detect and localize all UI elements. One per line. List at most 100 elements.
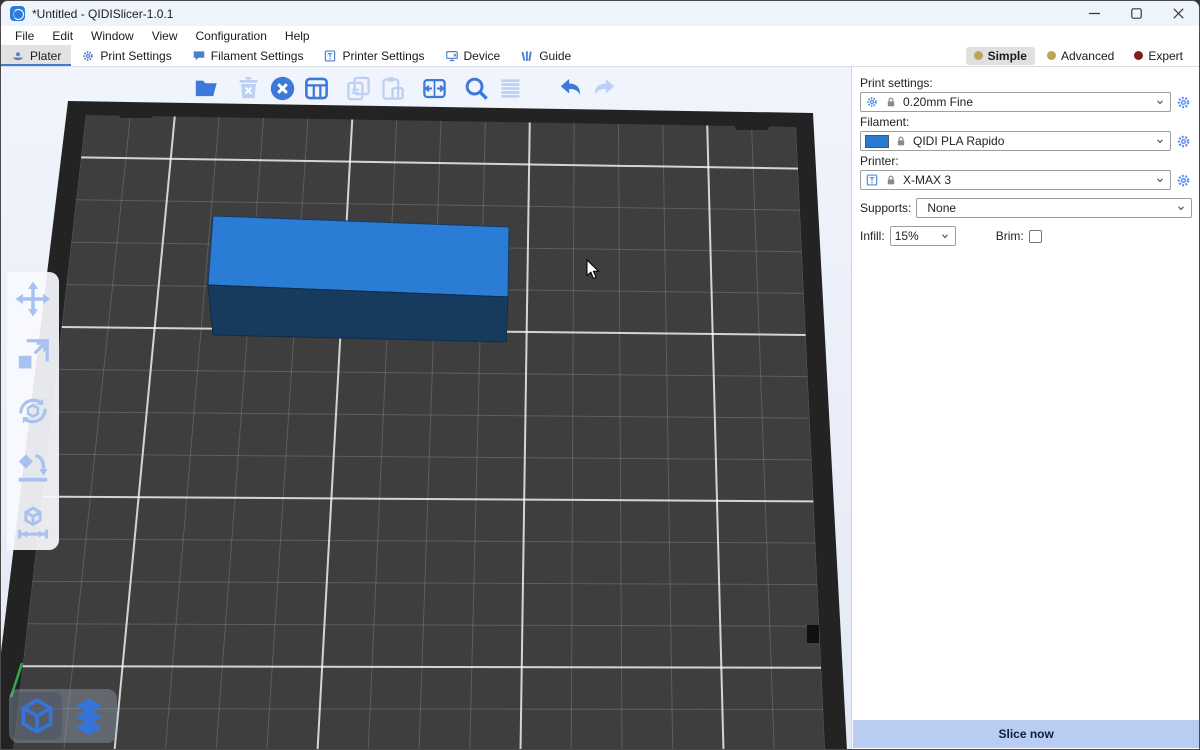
print-settings-gear-button[interactable]	[1175, 94, 1192, 111]
tab-device[interactable]: Device	[435, 45, 511, 66]
layers-list-icon	[497, 75, 524, 102]
gizmo-place-on-face[interactable]	[12, 446, 54, 488]
chevron-down-icon	[1175, 202, 1187, 214]
tab-filament-settings[interactable]: Filament Settings	[182, 45, 314, 66]
chevron-down-icon	[939, 230, 951, 242]
printer-gear-button[interactable]	[1175, 172, 1192, 189]
toolbar-split[interactable]	[417, 71, 451, 105]
folder-open-icon	[193, 75, 220, 102]
plater-toolbar	[189, 71, 621, 105]
menu-window[interactable]: Window	[82, 28, 143, 44]
gear-icon	[81, 49, 95, 63]
trash-icon	[235, 75, 262, 102]
monitor-icon	[445, 49, 459, 63]
toolbar-open[interactable]	[189, 71, 223, 105]
tab-guide[interactable]: Guide	[510, 45, 581, 66]
filament-color-swatch	[865, 135, 889, 148]
scale-icon	[14, 336, 52, 374]
mode-advanced[interactable]: Advanced	[1039, 47, 1122, 65]
gizmo-move[interactable]	[12, 278, 54, 320]
gizmo-toolbar	[7, 272, 59, 550]
tab-print-settings[interactable]: Print Settings	[71, 45, 181, 66]
menu-configuration[interactable]: Configuration	[187, 28, 276, 44]
filament-gear-button[interactable]	[1175, 133, 1192, 150]
cube-icon	[17, 696, 57, 736]
lock-icon	[894, 134, 908, 148]
toolbar-search[interactable]	[459, 71, 493, 105]
undo-icon	[557, 75, 584, 102]
chevron-down-icon	[1154, 96, 1166, 108]
settings-panel: Print settings: 0.20mm Fine Filament: QI…	[851, 67, 1200, 749]
3d-viewport[interactable]	[1, 67, 851, 749]
lock-icon	[884, 173, 898, 187]
redo-icon	[591, 75, 618, 102]
supports-combo[interactable]: None	[916, 198, 1192, 218]
brim-label: Brim:	[996, 229, 1024, 243]
close-button[interactable]	[1157, 1, 1199, 26]
printer-combo[interactable]: X-MAX 3	[860, 170, 1171, 190]
filament-combo[interactable]: QIDI PLA Rapido	[860, 131, 1171, 151]
tab-plater[interactable]: Plater	[1, 45, 71, 66]
plater-icon	[11, 49, 25, 63]
view-preview-layers[interactable]	[64, 692, 114, 740]
delete-all-icon	[269, 75, 296, 102]
layers-stack-icon	[69, 696, 109, 736]
supports-label: Supports:	[860, 201, 911, 215]
chevron-down-icon	[1154, 174, 1166, 186]
paste-icon	[379, 75, 406, 102]
printer-icon	[323, 49, 337, 63]
toolbar-arrange[interactable]	[299, 71, 333, 105]
filament-label: Filament:	[860, 115, 1192, 129]
search-icon	[463, 75, 490, 102]
brim-checkbox[interactable]	[1029, 230, 1042, 243]
mode-expert[interactable]: Expert	[1126, 47, 1191, 65]
toolbar-redo[interactable]	[587, 71, 621, 105]
slice-now-button[interactable]: Slice now	[853, 720, 1199, 748]
view-3d-editor[interactable]	[12, 692, 62, 740]
infill-combo[interactable]: 15%	[890, 226, 956, 246]
window-title: *Untitled - QIDISlicer-1.0.1	[32, 7, 173, 21]
gizmo-scale[interactable]	[12, 334, 54, 376]
mode-simple[interactable]: Simple	[966, 47, 1035, 65]
toolbar-copy[interactable]	[341, 71, 375, 105]
toolbar-paste[interactable]	[375, 71, 409, 105]
rotate-icon	[14, 392, 52, 430]
measure-icon	[14, 504, 52, 542]
menu-help[interactable]: Help	[276, 28, 319, 44]
print-settings-value: 0.20mm Fine	[903, 95, 973, 109]
simple-dot-icon	[974, 51, 983, 60]
toolbar-undo[interactable]	[553, 71, 587, 105]
expert-dot-icon	[1134, 51, 1143, 60]
build-plate-scene[interactable]	[1, 67, 850, 749]
filament-bubble-icon	[192, 49, 206, 63]
place-on-face-icon	[14, 448, 52, 486]
menu-view[interactable]: View	[143, 28, 187, 44]
tab-printer-settings[interactable]: Printer Settings	[313, 45, 434, 66]
gear-icon	[865, 95, 879, 109]
books-icon	[520, 49, 534, 63]
menu-bar: File Edit Window View Configuration Help	[1, 26, 1199, 45]
print-settings-combo[interactable]: 0.20mm Fine	[860, 92, 1171, 112]
gizmo-rotate[interactable]	[12, 390, 54, 432]
menu-edit[interactable]: Edit	[43, 28, 82, 44]
mode-switcher: Simple Advanced Expert	[966, 45, 1199, 66]
printer-label: Printer:	[860, 154, 1192, 168]
gizmo-measure[interactable]	[12, 502, 54, 544]
toolbar-layers[interactable]	[493, 71, 527, 105]
view-switch	[9, 689, 117, 743]
menu-file[interactable]: File	[6, 28, 43, 44]
toolbar-delete[interactable]	[231, 71, 265, 105]
filament-value: QIDI PLA Rapido	[913, 134, 1004, 148]
toolbar-delete-all[interactable]	[265, 71, 299, 105]
minimize-button[interactable]	[1073, 1, 1115, 26]
move-icon	[14, 280, 52, 318]
arrange-icon	[303, 75, 330, 102]
tab-bar: Plater Print Settings Filament Settings …	[1, 45, 1199, 67]
printer-value: X-MAX 3	[903, 173, 951, 187]
app-logo-icon	[10, 6, 25, 21]
infill-value: 15%	[895, 229, 919, 243]
split-icon	[421, 75, 448, 102]
title-bar[interactable]: *Untitled - QIDISlicer-1.0.1	[1, 1, 1199, 26]
maximize-button[interactable]	[1115, 1, 1157, 26]
lock-icon	[884, 95, 898, 109]
